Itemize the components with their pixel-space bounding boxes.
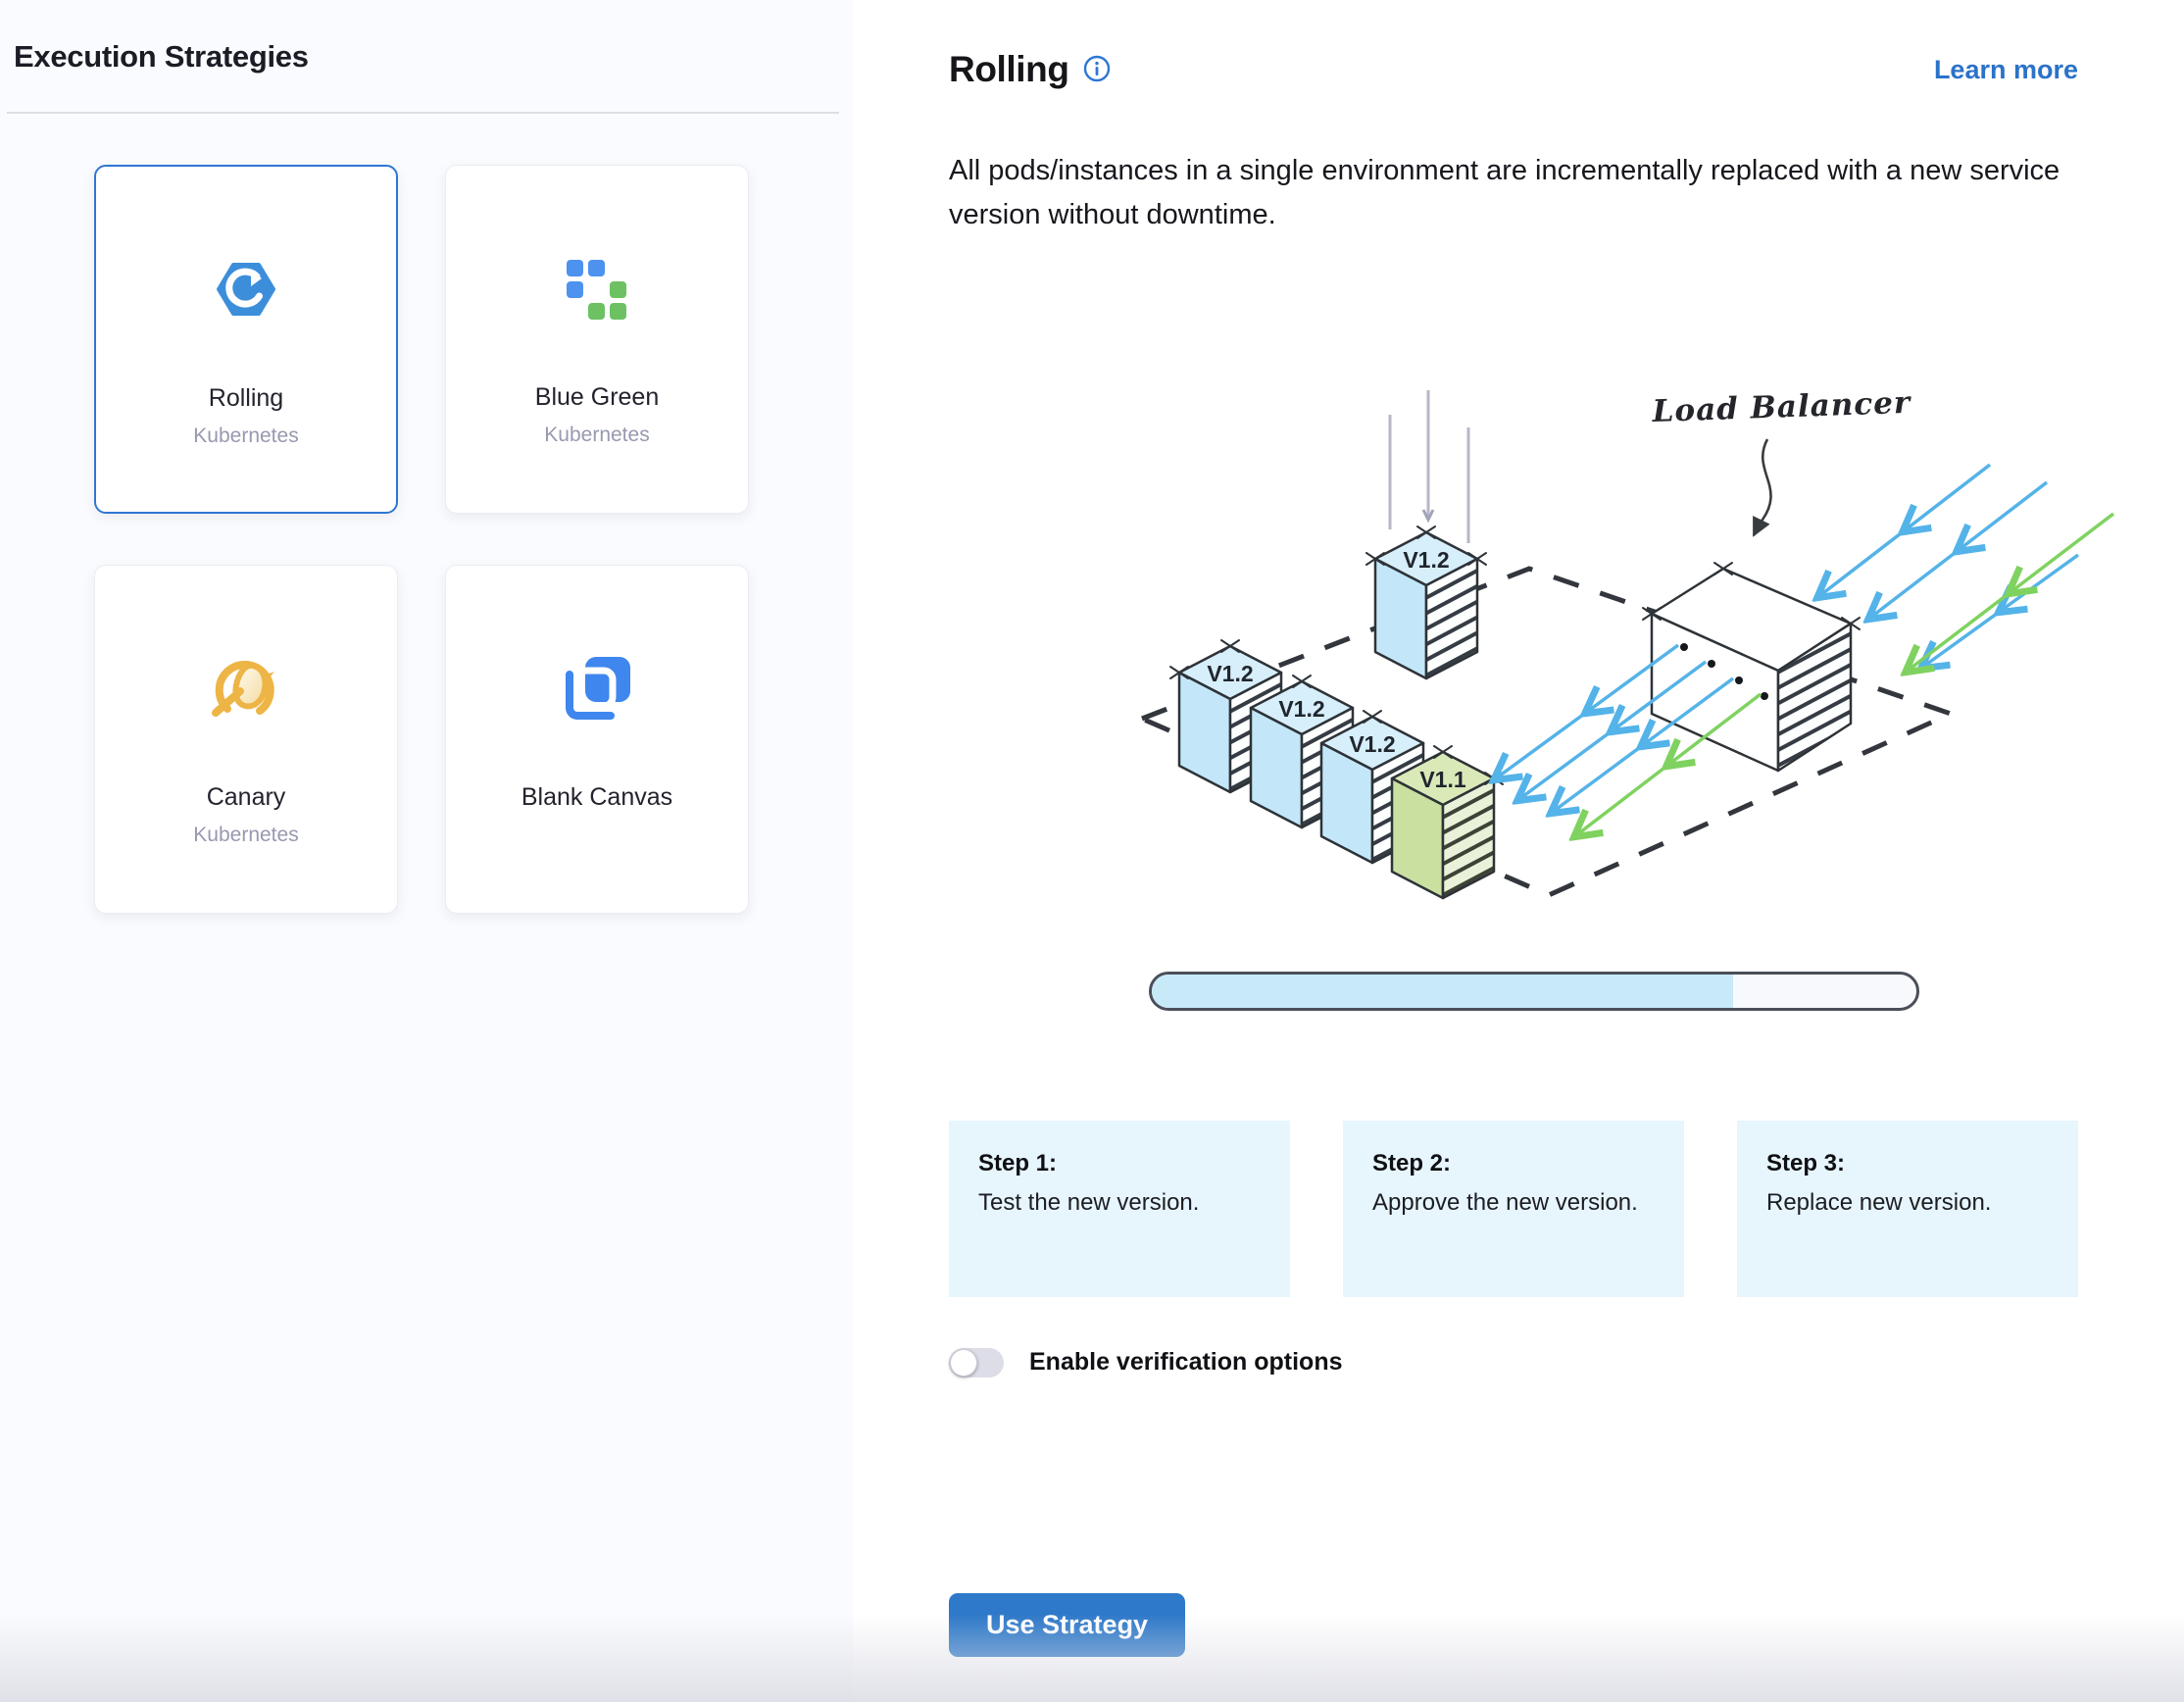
use-strategy-button[interactable]: Use Strategy xyxy=(949,1593,1185,1657)
learn-more-link[interactable]: Learn more xyxy=(1934,55,2078,85)
step-card-3: Step 3: Replace new version. xyxy=(1737,1121,2078,1297)
step-description: Approve the new version. xyxy=(1372,1189,1655,1217)
verification-toggle-row: Enable verification options xyxy=(949,1348,2078,1377)
steps-row: Step 1: Test the new version. Step 2: Ap… xyxy=(949,1121,2078,1297)
info-icon[interactable] xyxy=(1083,55,1111,87)
step-card-1: Step 1: Test the new version. xyxy=(949,1121,1290,1297)
pod-label: V1.1 xyxy=(1419,767,1466,792)
canary-icon xyxy=(208,656,284,721)
load-balancer-box xyxy=(1652,569,1851,771)
deployment-progress-fill xyxy=(1152,975,1733,1008)
load-balancer-label: Load Balancer xyxy=(1651,385,1912,429)
strategy-card-canary[interactable]: Canary Kubernetes xyxy=(94,565,398,914)
blue-green-icon xyxy=(565,256,629,321)
pod-label: V1.2 xyxy=(1349,731,1395,757)
step-card-2: Step 2: Approve the new version. xyxy=(1343,1121,1684,1297)
strategy-detail-panel: Rolling Learn more All pods/instances in… xyxy=(853,0,2184,1702)
strategy-card-sublabel: Kubernetes xyxy=(193,425,298,448)
step-title: Step 3: xyxy=(1766,1150,2049,1177)
strategy-card-blue-green[interactable]: Blue Green Kubernetes xyxy=(445,165,749,514)
step-title: Step 1: xyxy=(978,1150,1261,1177)
verification-toggle[interactable] xyxy=(949,1348,1004,1377)
detail-header: Rolling Learn more xyxy=(949,49,2078,90)
pod-incoming: V1.2 xyxy=(1366,526,1486,678)
step-description: Replace new version. xyxy=(1766,1189,2049,1217)
step-title: Step 2: xyxy=(1372,1150,1655,1177)
load-balancer-pointer-arrow xyxy=(1754,439,1771,535)
toggle-knob xyxy=(950,1349,977,1377)
strategy-description: All pods/instances in a single environme… xyxy=(949,149,2066,237)
detail-title: Rolling xyxy=(949,49,1069,90)
strategy-card-label: Blank Canvas xyxy=(521,783,672,812)
rolling-illustration: V1.2 V1.2 V1.2 V1.2 V1.1 xyxy=(949,322,2078,954)
step-description: Test the new version. xyxy=(978,1189,1261,1217)
panel-title: Execution Strategies xyxy=(0,0,853,75)
strategy-card-sublabel: Kubernetes xyxy=(193,824,298,847)
pod-row: V1.2 V1.2 V1.2 V1.1 xyxy=(1170,640,1503,898)
execution-strategies-panel: Execution Strategies Rolling Kubernetes xyxy=(0,0,853,1702)
pod-label: V1.2 xyxy=(1403,547,1449,573)
crane-strings xyxy=(1390,390,1468,543)
rolling-icon xyxy=(214,257,278,322)
strategy-card-rolling[interactable]: Rolling Kubernetes xyxy=(94,165,398,514)
strategy-card-blank-canvas[interactable]: Blank Canvas xyxy=(445,565,749,914)
blank-canvas-icon xyxy=(560,656,634,721)
pod-label: V1.2 xyxy=(1278,696,1324,722)
strategy-card-grid: Rolling Kubernetes Blue Green Kubernetes xyxy=(0,114,853,914)
pod-label: V1.2 xyxy=(1207,661,1253,686)
strategy-card-sublabel: Kubernetes xyxy=(544,424,649,447)
strategy-card-label: Blue Green xyxy=(535,383,659,412)
verification-toggle-label: Enable verification options xyxy=(1029,1348,1343,1377)
incoming-traffic-arrows xyxy=(1819,465,2113,671)
strategy-card-label: Canary xyxy=(207,783,286,812)
deployment-progress-bar xyxy=(1149,972,1919,1011)
strategy-card-label: Rolling xyxy=(209,384,283,413)
